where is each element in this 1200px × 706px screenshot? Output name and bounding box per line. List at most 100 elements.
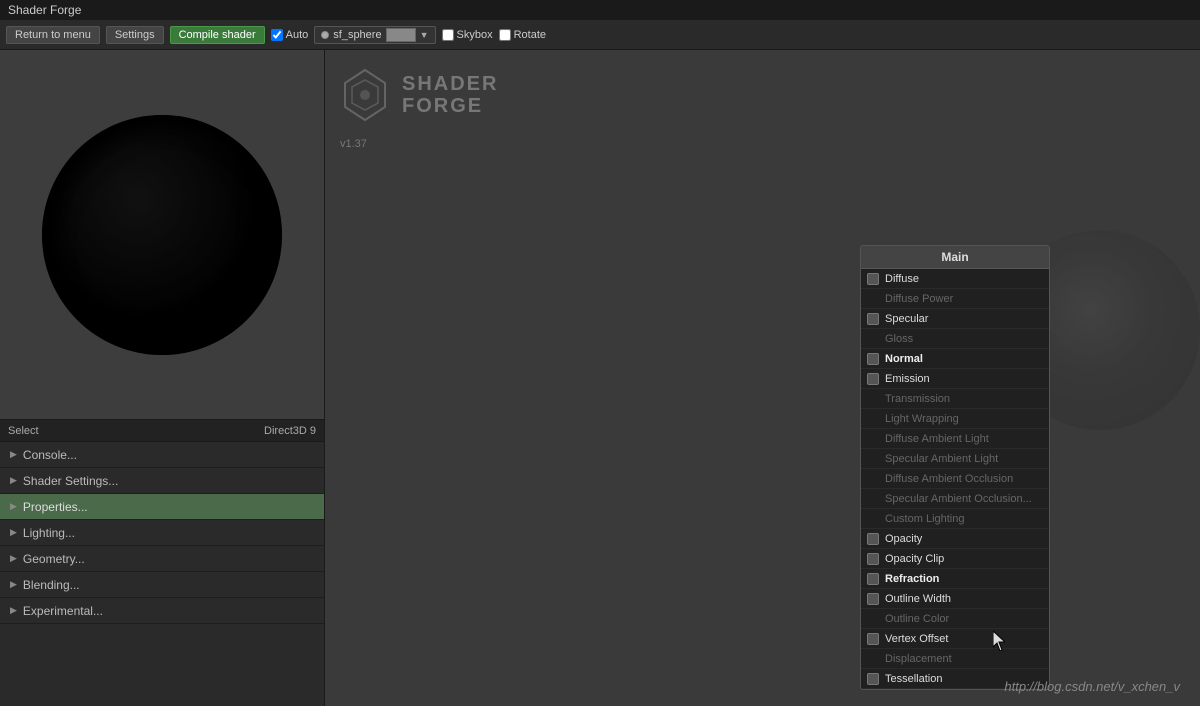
logo-line1: SHADER xyxy=(402,73,498,95)
menu-item-label: Properties... xyxy=(23,500,88,514)
node-row-custom-lighting[interactable]: Custom Lighting xyxy=(861,509,1049,529)
node-row-diffuse[interactable]: Diffuse xyxy=(861,269,1049,289)
sidebar-item-properties---[interactable]: ▶ Properties... xyxy=(0,494,324,520)
node-row-diffuse-power[interactable]: Diffuse Power xyxy=(861,289,1049,309)
node-input-dot xyxy=(867,673,879,685)
node-label: Diffuse Ambient Light xyxy=(885,433,989,445)
node-row-vertex-offset[interactable]: Vertex Offset xyxy=(861,629,1049,649)
auto-checkbox[interactable]: Auto xyxy=(271,29,309,41)
return-menu-button[interactable]: Return to menu xyxy=(6,26,100,44)
node-row-refraction[interactable]: Refraction xyxy=(861,569,1049,589)
node-row-diffuse-ambient-occlusion[interactable]: Diffuse Ambient Occlusion xyxy=(861,469,1049,489)
main-node-panel: Main Diffuse Diffuse Power Specular Gloss No… xyxy=(860,245,1050,690)
sidebar-item-geometry---[interactable]: ▶ Geometry... xyxy=(0,546,324,572)
status-bar: Select Direct3D 9 xyxy=(0,420,324,442)
node-row-specular-ambient-occlusion---[interactable]: Specular Ambient Occlusion... xyxy=(861,489,1049,509)
node-label: Emission xyxy=(885,373,930,385)
skybox-checkbox[interactable]: Skybox xyxy=(442,29,493,41)
node-row-diffuse-ambient-light[interactable]: Diffuse Ambient Light xyxy=(861,429,1049,449)
color-swatch[interactable] xyxy=(386,28,416,42)
node-row-emission[interactable]: Emission xyxy=(861,369,1049,389)
node-label: Refraction xyxy=(885,573,939,585)
obj-arrow: ▼ xyxy=(420,30,429,40)
node-input-dot xyxy=(867,633,879,645)
sidebar-item-console---[interactable]: ▶ Console... xyxy=(0,442,324,468)
node-row-specular[interactable]: Specular xyxy=(861,309,1049,329)
node-label: Opacity Clip xyxy=(885,553,944,565)
main-node-header: Main xyxy=(861,246,1049,269)
menu-item-label: Blending... xyxy=(23,578,80,592)
menu-item-label: Lighting... xyxy=(23,526,75,540)
menu-item-label: Experimental... xyxy=(23,604,103,618)
node-row-opacity[interactable]: Opacity xyxy=(861,529,1049,549)
node-label: Specular Ambient Occlusion... xyxy=(885,493,1032,505)
node-row-outline-color[interactable]: Outline Color xyxy=(861,609,1049,629)
node-label: Outline Width xyxy=(885,593,951,605)
logo-area: SHADER FORGE xyxy=(340,65,498,125)
node-label: Tessellation xyxy=(885,673,942,685)
menu-arrow: ▶ xyxy=(10,553,17,564)
obj-name: sf_sphere xyxy=(333,29,381,41)
obj-visibility-dot xyxy=(321,31,329,39)
left-panel: Select Direct3D 9 ▶ Console... ▶ Shader Set… xyxy=(0,50,325,706)
node-input-dot xyxy=(867,353,879,365)
menu-arrow: ▶ xyxy=(10,579,17,590)
toolbar: Return to menu Settings Compile shader A… xyxy=(0,20,1200,50)
logo-line2: FORGE xyxy=(402,95,498,117)
version-text: v1.37 xyxy=(340,138,367,150)
right-panel[interactable]: SHADER FORGE v1.37 Main Diffuse Diffuse P… xyxy=(325,50,1200,706)
menu-item-label: Console... xyxy=(23,448,77,462)
compile-shader-button[interactable]: Compile shader xyxy=(170,26,265,44)
node-label: Diffuse Ambient Occlusion xyxy=(885,473,1013,485)
menu-arrow: ▶ xyxy=(10,527,17,538)
node-label: Custom Lighting xyxy=(885,513,965,525)
sidebar-item-shader-settings---[interactable]: ▶ Shader Settings... xyxy=(0,468,324,494)
rotate-checkbox[interactable]: Rotate xyxy=(499,29,546,41)
node-label: Gloss xyxy=(885,333,913,345)
footer-link: http://blog.csdn.net/v_xchen_v xyxy=(1004,679,1180,694)
node-row-transmission[interactable]: Transmission xyxy=(861,389,1049,409)
menu-arrow: ▶ xyxy=(10,449,17,460)
preview-area xyxy=(0,50,324,420)
menu-arrow: ▶ xyxy=(10,605,17,616)
node-label: Specular xyxy=(885,313,928,325)
node-input-dot xyxy=(867,373,879,385)
node-label: Opacity xyxy=(885,533,922,545)
node-label: Vertex Offset xyxy=(885,633,948,645)
node-row-specular-ambient-light[interactable]: Specular Ambient Light xyxy=(861,449,1049,469)
node-row-opacity-clip[interactable]: Opacity Clip xyxy=(861,549,1049,569)
node-row-normal[interactable]: Normal xyxy=(861,349,1049,369)
node-row-displacement[interactable]: Displacement xyxy=(861,649,1049,669)
node-input-dot xyxy=(867,573,879,585)
main-layout: Select Direct3D 9 ▶ Console... ▶ Shader Set… xyxy=(0,50,1200,706)
select-label: Select xyxy=(8,425,39,437)
node-label: Transmission xyxy=(885,393,950,405)
node-input-dot xyxy=(867,273,879,285)
node-label: Light Wrapping xyxy=(885,413,959,425)
object-selector[interactable]: sf_sphere ▼ xyxy=(314,26,435,44)
node-label: Outline Color xyxy=(885,613,949,625)
menu-arrow: ▶ xyxy=(10,475,17,486)
settings-button[interactable]: Settings xyxy=(106,26,164,44)
node-row-gloss[interactable]: Gloss xyxy=(861,329,1049,349)
menu-arrow: ▶ xyxy=(10,501,17,512)
sidebar-item-experimental---[interactable]: ▶ Experimental... xyxy=(0,598,324,624)
node-label: Displacement xyxy=(885,653,952,665)
render-label: Direct3D 9 xyxy=(264,425,316,437)
node-row-light-wrapping[interactable]: Light Wrapping xyxy=(861,409,1049,429)
title-bar: Shader Forge xyxy=(0,0,1200,20)
node-label: Normal xyxy=(885,353,923,365)
menu-item-label: Shader Settings... xyxy=(23,474,118,488)
sidebar-item-blending---[interactable]: ▶ Blending... xyxy=(0,572,324,598)
node-label: Diffuse Power xyxy=(885,293,953,305)
left-menu: ▶ Console... ▶ Shader Settings... ▶ Propertie… xyxy=(0,442,324,706)
menu-item-label: Geometry... xyxy=(23,552,85,566)
node-row-outline-width[interactable]: Outline Width xyxy=(861,589,1049,609)
node-label: Specular Ambient Light xyxy=(885,453,998,465)
title-bar-label: Shader Forge xyxy=(8,3,81,17)
logo-icon xyxy=(340,65,390,125)
node-input-dot xyxy=(867,593,879,605)
node-input-dot xyxy=(867,533,879,545)
node-label: Diffuse xyxy=(885,273,919,285)
sidebar-item-lighting---[interactable]: ▶ Lighting... xyxy=(0,520,324,546)
